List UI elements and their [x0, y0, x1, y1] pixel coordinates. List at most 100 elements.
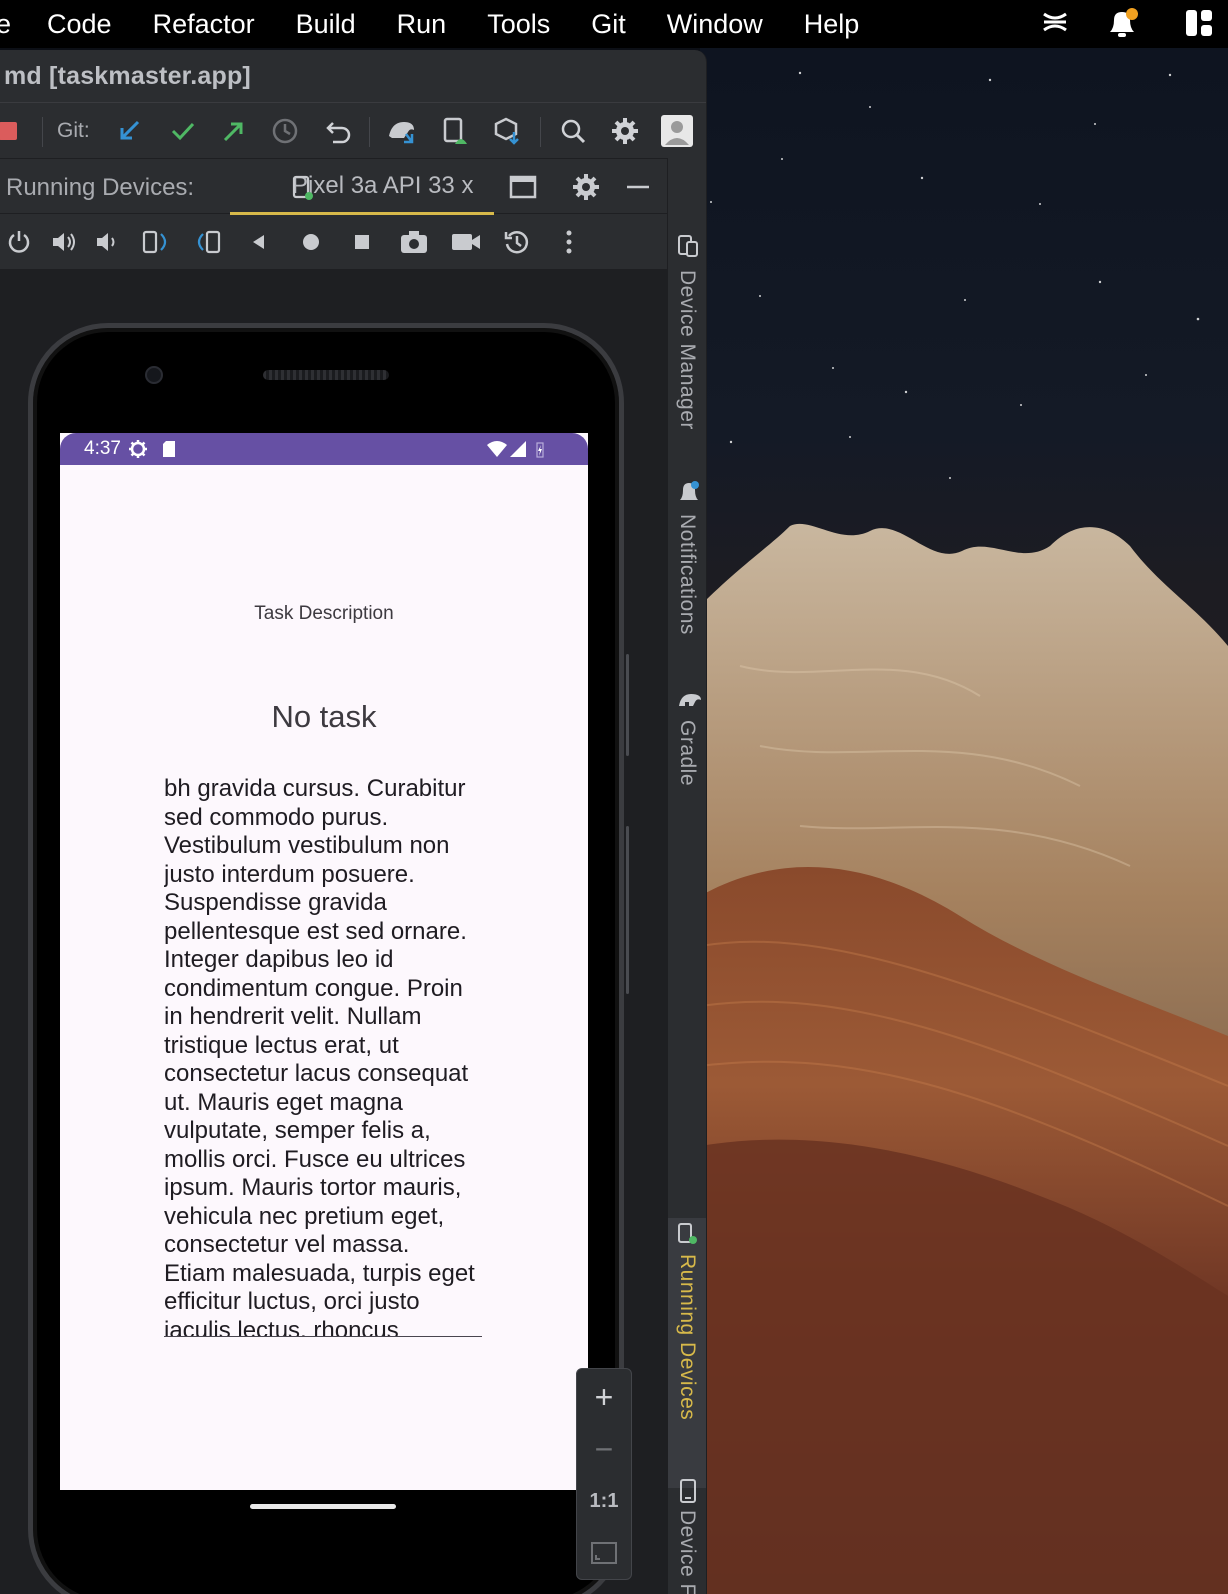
right-tool-strip: Device Manager Notifications Gradle Runn…	[667, 158, 706, 1594]
avatar[interactable]	[661, 115, 693, 147]
git-push-icon[interactable]	[218, 115, 250, 147]
stop-icon[interactable]	[0, 115, 24, 147]
snapshot-history-icon[interactable]	[501, 226, 533, 258]
menu-window[interactable]: Window	[667, 9, 763, 40]
description-line: condimentum congue. Proin	[164, 974, 463, 1002]
menu-git[interactable]: Git	[591, 9, 626, 40]
description-line: bh gravida cursus. Curabitur	[164, 775, 466, 802]
scroll-indicator	[626, 826, 629, 994]
description-line: iaculis lectus, rhoncus	[164, 1316, 399, 1337]
running-devices-tabbar: Running Devices: Pixel 3a API 33 x	[0, 158, 667, 215]
rollback-icon[interactable]	[323, 115, 355, 147]
device-manager-toolbar-icon[interactable]	[440, 115, 472, 147]
front-camera	[145, 366, 163, 384]
window-mode-icon[interactable]	[507, 171, 539, 203]
window-titlebar: md [taskmaster.app]	[0, 50, 706, 102]
rotate-right-icon[interactable]	[192, 226, 224, 258]
gradle-elephant-icon[interactable]	[677, 688, 703, 715]
notifications-bell-icon[interactable]	[677, 480, 701, 511]
device-controls-toolbar	[0, 214, 667, 270]
android-status-bar: 4:37	[60, 433, 588, 465]
screen-record-icon[interactable]	[450, 226, 482, 258]
overview-icon[interactable]	[346, 226, 378, 258]
menu-tools[interactable]: Tools	[487, 9, 550, 40]
back-icon[interactable]	[243, 226, 275, 258]
zoom-fit-icon[interactable]	[577, 1527, 631, 1579]
description-line: mollis orci. Fusce eu ultrices	[164, 1145, 466, 1173]
menu-file[interactable]: e	[0, 9, 11, 40]
running-devices-icon[interactable]	[677, 1222, 699, 1251]
tool-running-devices[interactable]: Running Devices	[675, 1254, 699, 1420]
tab-pixel-3a[interactable]: Pixel 3a API 33 x	[230, 159, 494, 215]
description-line: tristique lectus erat, ut	[164, 1031, 399, 1059]
menu-code[interactable]: Code	[47, 9, 112, 40]
description-line: vulputate, semper felis a,	[164, 1117, 431, 1144]
task-description-heading: Task Description	[254, 603, 394, 624]
description-line: ipsum. Mauris tortor mauris,	[164, 1174, 462, 1201]
volume-down-icon[interactable]	[91, 226, 123, 258]
scroll-indicator	[626, 654, 629, 756]
task-description-text[interactable]: bh gravida cursus. Curabitur sed commodo…	[164, 775, 482, 1337]
ide-window: md [taskmaster.app] Git: Running Devices…	[0, 50, 707, 1594]
tool-notifications[interactable]: Notifications	[675, 514, 699, 635]
rotate-left-icon[interactable]	[140, 226, 172, 258]
menu-run[interactable]: Run	[397, 9, 447, 40]
description-line: ut. Mauris eget magna	[164, 1088, 403, 1116]
search-icon[interactable]	[557, 115, 589, 147]
menu-refactor[interactable]: Refactor	[153, 9, 255, 40]
battery-charging-icon	[535, 441, 545, 464]
settings-notification-icon	[128, 439, 148, 464]
tool-device-manager[interactable]: Device Manager	[675, 270, 699, 430]
tool-device-file-explorer[interactable]: Device File	[675, 1510, 699, 1594]
description-line: consectetur lacus consequat	[164, 1060, 469, 1087]
wifi-icon	[486, 440, 508, 463]
device-screen[interactable]: 4:37 Task Description No task bh gravida…	[60, 433, 588, 1490]
sdk-manager-icon[interactable]	[491, 115, 523, 147]
window-title: md [taskmaster.app]	[4, 61, 251, 90]
settings-gear-icon[interactable]	[609, 115, 641, 147]
home-icon[interactable]	[295, 226, 327, 258]
cell-signal-icon	[509, 440, 527, 463]
panel-settings-gear-icon[interactable]	[570, 171, 602, 203]
description-line: justo interdum posuere.	[164, 860, 415, 888]
description-line: sed commodo purus.	[164, 803, 389, 831]
description-line: Vestibulum vestibulum non	[164, 832, 450, 859]
git-commit-icon[interactable]	[167, 115, 199, 147]
description-line: efficitur luctus, orci justo	[164, 1288, 420, 1315]
git-update-icon[interactable]	[113, 115, 145, 147]
git-history-icon[interactable]	[269, 115, 301, 147]
zoom-in-button[interactable]: +	[577, 1371, 631, 1423]
description-line: Suspendisse gravida	[164, 889, 387, 916]
toolbar-separator	[540, 117, 541, 147]
menu-bar: e Code Refactor Build Run Tools Git Wind…	[0, 0, 1228, 48]
description-line: Etiam malesuada, turpis eget	[164, 1259, 475, 1287]
tab-label: Pixel 3a API 33 x	[292, 171, 474, 199]
desktop-wallpaper	[700, 46, 1228, 1594]
device-manager-icon[interactable]	[677, 234, 699, 263]
sd-card-icon	[162, 440, 176, 463]
control-center-icon[interactable]	[1184, 8, 1214, 43]
toolbar-separator	[369, 117, 370, 147]
zoom-controls: + − 1:1	[576, 1368, 632, 1580]
more-options-icon[interactable]	[553, 226, 585, 258]
menu-build[interactable]: Build	[296, 9, 356, 40]
device-viewer: 4:37 Task Description No task bh gravida…	[0, 270, 667, 1594]
volume-up-icon[interactable]	[48, 226, 80, 258]
git-label: Git:	[57, 119, 90, 142]
sync-gradle-icon[interactable]	[386, 115, 418, 147]
task-name: No task	[271, 699, 377, 734]
screenshot-camera-icon[interactable]	[398, 226, 430, 258]
menu-help[interactable]: Help	[804, 9, 860, 40]
earpiece-speaker	[263, 370, 389, 380]
tool-gradle[interactable]: Gradle	[675, 720, 699, 786]
description-line: vehicula nec pretium eget,	[164, 1202, 445, 1230]
description-line: in hendrerit velit. Nullam	[164, 1003, 422, 1030]
power-icon[interactable]	[3, 226, 35, 258]
device-file-explorer-icon[interactable]	[677, 1478, 699, 1509]
notification-bell-icon[interactable]	[1104, 8, 1140, 45]
zoom-out-button[interactable]: −	[577, 1423, 631, 1475]
zoom-actual-size-button[interactable]: 1:1	[577, 1475, 631, 1527]
minimize-icon[interactable]	[622, 171, 654, 203]
gesture-nav-handle[interactable]	[250, 1504, 396, 1509]
pilot-icon[interactable]	[1040, 8, 1070, 43]
